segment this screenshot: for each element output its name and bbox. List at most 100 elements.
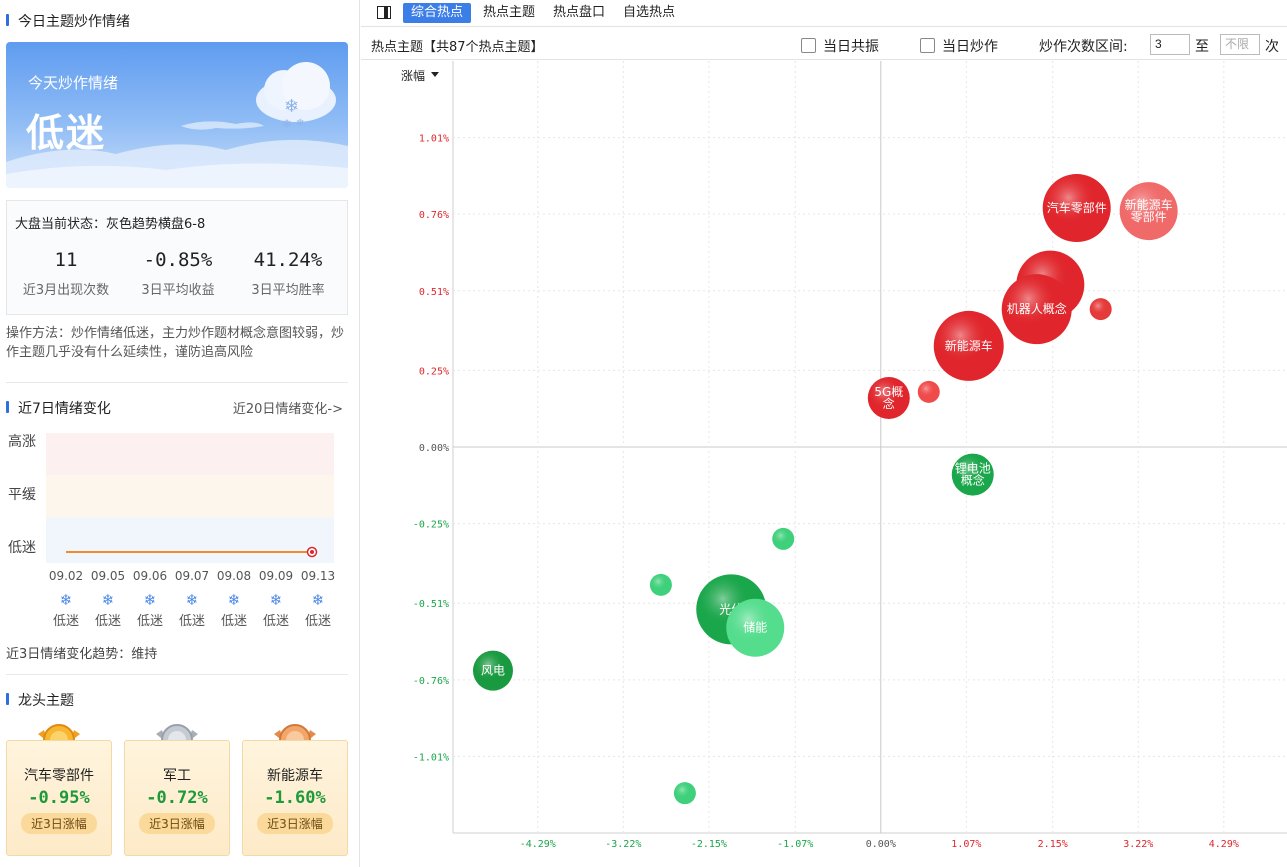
chart-toolbar: 热点主题【共87个热点主题】 当日共振 当日炒作 炒作次数区间: 3 至 不限 …: [361, 28, 1287, 60]
bubble-shine: [649, 573, 672, 596]
leader-badge: 近3日涨幅: [21, 813, 97, 834]
day-date: 09.06: [133, 569, 167, 583]
left-panel: 今日主题炒作情绪 ❄ ❄ ❄ 今天炒作情绪 低迷 大盘当前状态：灰色趋势横盘6-…: [0, 0, 360, 867]
day-date: 09.08: [217, 569, 251, 583]
leader-badge: 近3日涨幅: [257, 813, 333, 834]
week-mood-title: 近7日情绪变化: [6, 398, 111, 418]
snowflake-icon: ❄: [270, 591, 283, 609]
leader-card[interactable]: 军工 -0.72% 近3日涨幅: [124, 740, 230, 856]
bubble-label: 念: [883, 396, 895, 411]
stat-avg-return: -0.85% 3日平均收益: [121, 249, 235, 298]
trend-text: 近3日情绪变化趋势：维持: [6, 647, 158, 662]
day-mood: 低迷: [137, 614, 163, 629]
day-date: 09.02: [49, 569, 83, 583]
snow-cloud-icon: ❄ ❄ ❄: [256, 62, 336, 131]
y-tick-label: 0.25%: [419, 366, 449, 377]
bubble-label: 储能: [743, 620, 767, 635]
day-mood: 低迷: [179, 614, 205, 629]
divider: [6, 382, 348, 383]
range-to-input[interactable]: 不限: [1220, 34, 1260, 55]
bubble-label: 风电: [481, 664, 505, 678]
market-status-label: 大盘当前状态：灰色趋势横盘6-8: [15, 217, 206, 232]
bubble-label: 汽车零部件: [1047, 200, 1107, 215]
leader-card[interactable]: 汽车零部件 -0.95% 近3日涨幅: [6, 740, 112, 856]
operation-method: 操作方法：炒作情绪低迷，主力炒作题材概念意图较弱，炒作主题几乎没有什么延续性，谨…: [6, 326, 345, 360]
y-tick-label: 1.01%: [419, 134, 449, 145]
divider: [6, 674, 348, 675]
bubble-shine: [673, 782, 696, 805]
svg-text:❄: ❄: [296, 118, 304, 129]
stat-label: 近3月出现次数: [22, 283, 110, 298]
day-date: 09.13: [301, 569, 335, 583]
mood-banner: ❄ ❄ ❄ 今天炒作情绪 低迷: [6, 42, 348, 188]
mood-value: 低迷: [26, 111, 107, 155]
market-status-box: 大盘当前状态：灰色趋势横盘6-8 11 近3月出现次数 -0.85% 3日平均收…: [6, 200, 348, 315]
high-band: [46, 433, 334, 475]
day-mood: 低迷: [263, 614, 289, 629]
snowflake-icon: ❄: [60, 591, 73, 609]
checkbox-box[interactable]: [801, 38, 816, 53]
svg-text:❄: ❄: [282, 117, 292, 131]
x-tick-label: -1.07%: [777, 839, 813, 850]
leader-badge: 近3日涨幅: [139, 813, 215, 834]
y-tick-label: -1.01%: [413, 752, 449, 763]
right-panel: 综合热点 热点主题 热点盘口 自选热点 热点主题【共87个热点主题】 当日共振 …: [361, 0, 1287, 867]
low-band: [46, 517, 334, 563]
stat-value: -0.85%: [143, 249, 213, 271]
bubble-label: 机器人概念: [1007, 301, 1067, 316]
day-mood: 低迷: [221, 614, 247, 629]
bubble-shine: [1089, 298, 1112, 321]
y-tick-label: -0.76%: [413, 676, 449, 687]
panel-toggle-icon[interactable]: [377, 6, 391, 19]
range-from-input[interactable]: 3: [1150, 34, 1190, 55]
x-tick-label: 4.29%: [1209, 839, 1239, 850]
bubble-shine: [917, 380, 940, 403]
x-tick-label: -3.22%: [605, 839, 641, 850]
more-20-days-link[interactable]: 近20日情绪变化->: [233, 398, 343, 417]
leader-card[interactable]: 新能源车 -1.60% 近3日涨幅: [242, 740, 348, 856]
x-tick-label: 3.22%: [1123, 839, 1153, 850]
x-tick-label: 0.00%: [866, 839, 896, 850]
tab-hot-themes[interactable]: 热点主题: [475, 3, 543, 23]
hype-checkbox[interactable]: 当日炒作: [920, 36, 998, 56]
day-date: 09.05: [91, 569, 125, 583]
snowflake-icon: ❄: [228, 591, 241, 609]
stat-value: 11: [54, 249, 78, 271]
bubble-label: 概念: [961, 473, 985, 488]
dropdown-icon[interactable]: [431, 72, 439, 77]
stat-occurrences: 11 近3月出现次数: [9, 249, 123, 298]
range-unit: 次: [1265, 39, 1279, 55]
day-date: 09.07: [175, 569, 209, 583]
checkbox-box[interactable]: [920, 38, 935, 53]
snowflake-icon: ❄: [186, 591, 199, 609]
level-low-label: 低迷: [8, 540, 36, 556]
checkbox-label: 当日炒作: [942, 39, 998, 55]
stat-value: 41.24%: [253, 249, 323, 271]
hot-theme-count: 热点主题【共87个热点主题】: [371, 40, 544, 55]
range-label: 炒作次数区间:: [1039, 39, 1128, 55]
range-separator: 至: [1195, 39, 1209, 55]
level-high-label: 高涨: [8, 433, 36, 450]
leader-change: -0.95%: [28, 788, 90, 808]
resonance-checkbox[interactable]: 当日共振: [801, 36, 879, 56]
leader-theme-title: 龙头主题: [6, 690, 74, 710]
tab-custom-hot[interactable]: 自选热点: [615, 3, 683, 23]
theme-bubble-chart: 涨幅 1.01% 0.76% 0.51% 0.25% 0.00% -0.25% -0.51% -…: [401, 61, 1287, 850]
x-tick-label: 2.15%: [1038, 839, 1068, 850]
bubble-label: 新能源车: [945, 338, 993, 353]
stat-win-rate: 41.24% 3日平均胜率: [231, 249, 345, 298]
leader-change: -1.60%: [264, 788, 326, 808]
leader-name: 新能源车: [267, 768, 323, 784]
y-tick-label: -0.25%: [413, 520, 449, 531]
day-mood: 低迷: [53, 614, 79, 629]
y-tick-label: 0.00%: [419, 443, 449, 454]
y-tick-label: 0.51%: [419, 287, 449, 298]
bubble-shine: [772, 527, 795, 550]
tab-comprehensive[interactable]: 综合热点: [403, 3, 472, 23]
leader-name: 军工: [163, 768, 191, 784]
day-date: 09.09: [259, 569, 293, 583]
week-mood-chart: 高涨 平缓 低迷 09.02 ❄ 低迷 09.05 ❄ 低迷 09.06 ❄ 低迷 09.07 ❄ 低…: [8, 433, 335, 629]
tab-hot-board[interactable]: 热点盘口: [545, 3, 613, 23]
snowflake-icon: ❄: [312, 591, 325, 609]
svg-text:❄: ❄: [284, 96, 299, 117]
